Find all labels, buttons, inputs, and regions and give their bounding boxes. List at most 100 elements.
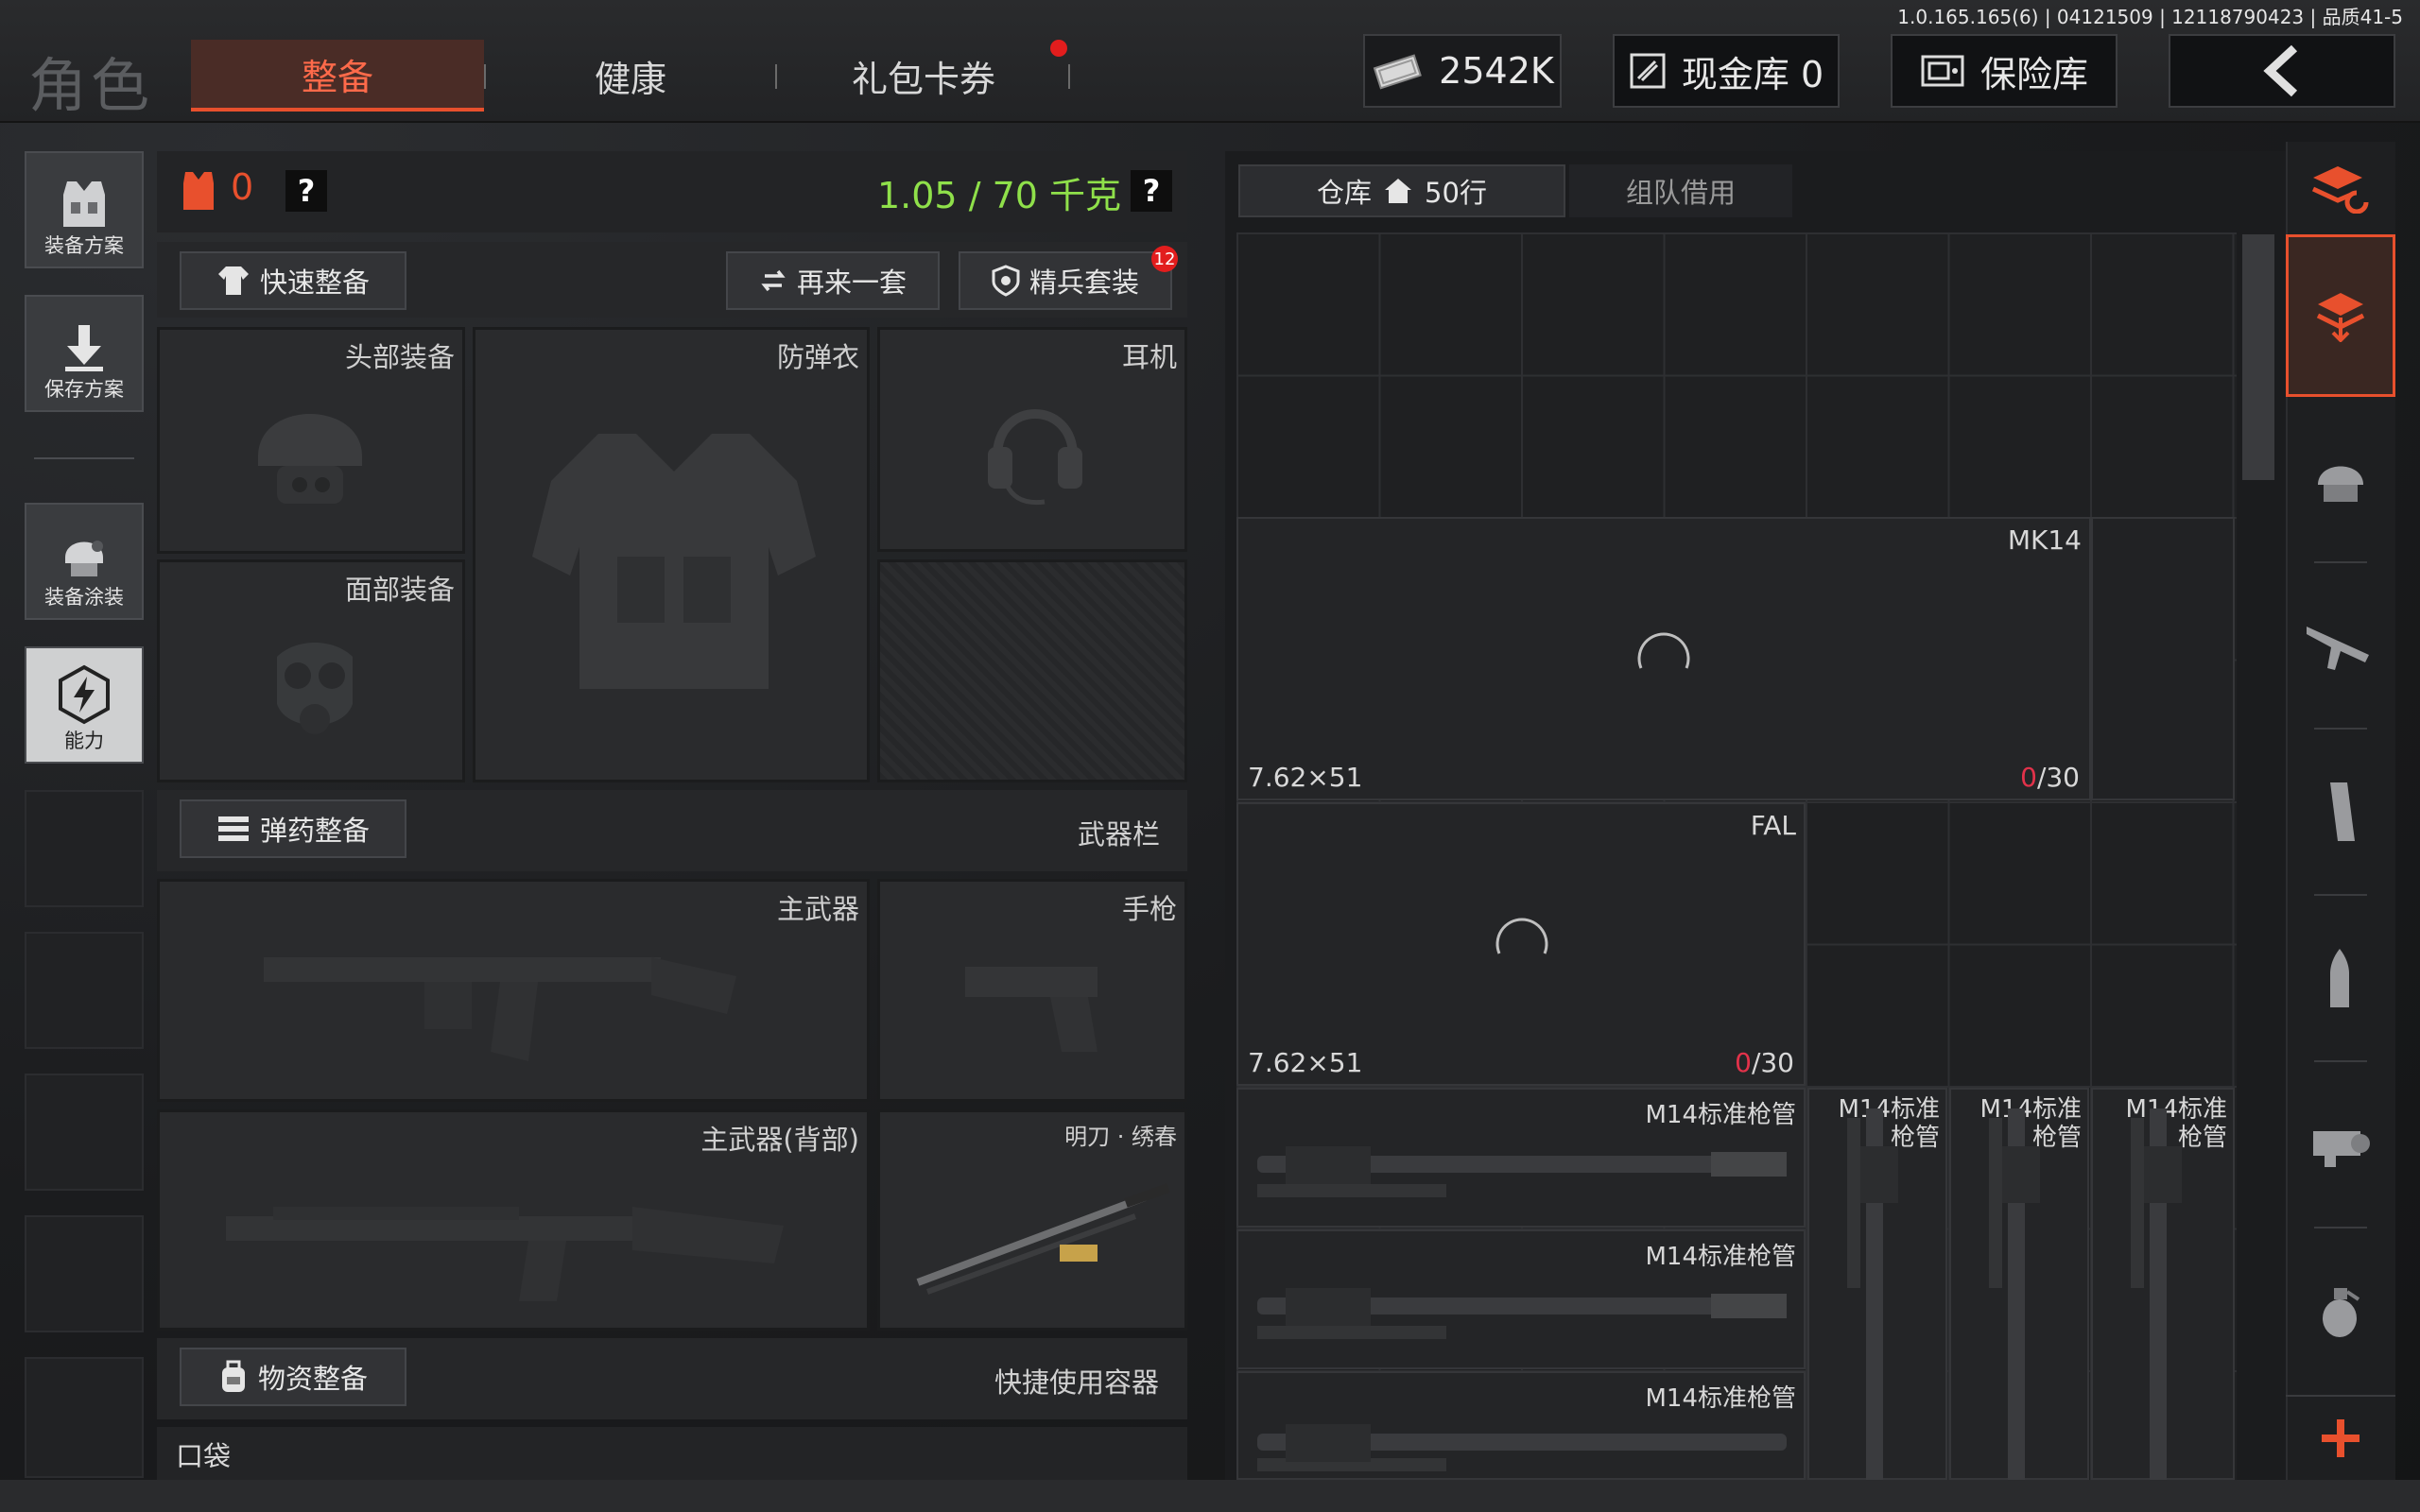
version-info: 1.0.165.165(6) | 04121509 | 12118790423 … bbox=[1897, 6, 2403, 28]
sort-refresh-button[interactable] bbox=[2286, 142, 2395, 232]
barrel-item[interactable]: M14标准枪管 bbox=[1236, 1088, 1806, 1228]
filter-attachment[interactable] bbox=[2286, 1062, 2395, 1227]
filter-armor[interactable] bbox=[2286, 397, 2395, 561]
pistol-icon bbox=[965, 967, 1098, 1052]
safe-vault-button[interactable]: 保险库 bbox=[1891, 34, 2118, 108]
sidebar-item-label: 装备涂装 bbox=[44, 586, 124, 609]
quick-equip-button[interactable]: 快速整备 bbox=[180, 251, 406, 310]
page-title: 角色 bbox=[28, 51, 154, 120]
item-name: M14标准枪管 bbox=[1645, 1243, 1796, 1271]
magazine-icon bbox=[2330, 782, 2355, 841]
weapon-item-fal[interactable]: FAL 7.62×51 0/30 bbox=[1236, 802, 1806, 1086]
slot-label: 面部装备 bbox=[344, 574, 455, 606]
filter-magazine[interactable] bbox=[2286, 730, 2395, 894]
sword-icon bbox=[916, 1183, 1170, 1295]
tab-health[interactable]: 健康 bbox=[484, 40, 777, 112]
body-armor-slot[interactable]: 防弹衣 bbox=[473, 327, 870, 782]
barrel-icon bbox=[1257, 1288, 1787, 1339]
sidebar-item-equipment-paint[interactable]: 装备涂装 bbox=[25, 503, 144, 620]
primary-weapon-slot[interactable]: 主武器 bbox=[157, 879, 870, 1102]
barrel-item-vertical[interactable]: M14标准枪管 bbox=[2091, 1088, 2235, 1482]
barrel-item[interactable]: M14标准枪管 bbox=[1236, 1229, 1806, 1369]
slot-label: 手枪 bbox=[1121, 893, 1177, 925]
vest-icon bbox=[63, 181, 105, 227]
ammo-icon bbox=[217, 816, 249, 841]
barrel-item-vertical[interactable]: M14标准枪管 bbox=[1949, 1088, 2089, 1482]
pocket-label: 口袋 bbox=[176, 1440, 232, 1472]
gas-mask-icon bbox=[277, 643, 353, 734]
quick-equip-label: 快速整备 bbox=[259, 266, 370, 299]
sidebar-empty-slot[interactable] bbox=[25, 932, 144, 1049]
ammo-current: 0 bbox=[1735, 1047, 1752, 1078]
lightning-icon bbox=[59, 664, 110, 725]
headset-icon bbox=[988, 409, 1082, 506]
warehouse-tab-label: 仓库 bbox=[1317, 177, 1373, 209]
head-gear-slot[interactable]: 头部装备 bbox=[157, 327, 465, 554]
sidebar-item-label: 能力 bbox=[64, 730, 104, 752]
barrel-item-vertical[interactable]: M14标准枪管 bbox=[1807, 1088, 1947, 1482]
filter-ammo[interactable] bbox=[2286, 896, 2395, 1060]
help-button[interactable]: ? bbox=[285, 170, 327, 212]
ammo-equip-label: 弹药整备 bbox=[259, 815, 370, 847]
quick-container-label: 快捷使用容器 bbox=[994, 1366, 1160, 1399]
cash-vault-button[interactable]: 现金库 0 bbox=[1613, 34, 1840, 108]
barrel-icon bbox=[1989, 1108, 2040, 1482]
weight-help-button[interactable]: ? bbox=[1131, 170, 1172, 212]
slot-label: 头部装备 bbox=[344, 341, 455, 373]
warehouse-scrollbar[interactable] bbox=[2242, 234, 2274, 480]
filter-rifle[interactable] bbox=[2286, 563, 2395, 728]
elite-set-badge: 12 bbox=[1151, 246, 1178, 272]
ammo-equip-button[interactable]: 弹药整备 bbox=[180, 799, 406, 858]
sidebar-item-label: 保存方案 bbox=[44, 378, 124, 401]
tab-equipment[interactable]: 整备 bbox=[191, 40, 484, 112]
pistol-slot[interactable]: 手枪 bbox=[877, 879, 1187, 1102]
elite-set-button[interactable]: 精兵套装 bbox=[959, 251, 1172, 310]
money-amount: 2542K bbox=[1439, 50, 1554, 92]
ammo-max: /30 bbox=[2036, 762, 2080, 793]
sidebar-empty-slot[interactable] bbox=[25, 1074, 144, 1191]
scope-icon bbox=[2313, 1131, 2370, 1167]
tab-gift-cards[interactable]: 礼包卡券 bbox=[777, 40, 1070, 112]
notification-dot bbox=[1050, 40, 1067, 57]
chevron-left-icon bbox=[2263, 44, 2298, 97]
barrel-icon bbox=[1257, 1146, 1787, 1197]
reequip-label: 再来一套 bbox=[796, 266, 907, 299]
face-gear-slot[interactable]: 面部装备 bbox=[157, 559, 465, 782]
shirt-icon bbox=[217, 266, 249, 295]
item-name: MK14 bbox=[2007, 524, 2082, 556]
tab-team-borrow[interactable]: 组队借用 bbox=[1569, 164, 1792, 217]
item-caliber: 7.62×51 bbox=[1248, 1047, 1363, 1078]
sidebar-divider bbox=[34, 457, 134, 459]
weapon-item-mk14[interactable]: MK14 7.62×51 0/30 bbox=[1236, 517, 2091, 800]
barrel-icon bbox=[2131, 1108, 2182, 1482]
empty-grid-cell bbox=[2091, 517, 2235, 800]
sidebar-empty-slot[interactable] bbox=[25, 1215, 144, 1332]
tab-warehouse[interactable]: 仓库 50行 bbox=[1238, 164, 1565, 217]
download-icon bbox=[65, 325, 103, 371]
barrel-item[interactable]: M14标准枪管 bbox=[1236, 1371, 1806, 1480]
sidebar-item-ability[interactable]: 能力 bbox=[25, 646, 144, 764]
back-button[interactable] bbox=[2169, 34, 2395, 108]
item-ammo-count: 0/30 bbox=[1735, 1047, 1794, 1078]
headset-slot[interactable]: 耳机 bbox=[877, 327, 1187, 552]
sidebar-item-save-plan[interactable]: 保存方案 bbox=[25, 295, 144, 412]
add-filter-button[interactable] bbox=[2286, 1395, 2395, 1480]
melee-slot[interactable]: 明刀 · 绣春 bbox=[877, 1109, 1187, 1331]
item-caliber: 7.62×51 bbox=[1248, 762, 1363, 793]
filter-grenade[interactable] bbox=[2286, 1228, 2395, 1393]
slot-label: 防弹衣 bbox=[776, 341, 859, 373]
armor-count-icon bbox=[183, 172, 214, 210]
helmet-icon bbox=[258, 414, 362, 504]
reequip-button[interactable]: 再来一套 bbox=[726, 251, 940, 310]
safe-vault-label: 保险库 bbox=[1979, 53, 2088, 95]
sidebar-empty-slot[interactable] bbox=[25, 1357, 144, 1478]
tab-divider bbox=[1068, 64, 1070, 89]
item-name: FAL bbox=[1750, 810, 1796, 841]
sidebar-empty-slot[interactable] bbox=[25, 790, 144, 907]
supply-equip-button[interactable]: 物资整备 bbox=[180, 1348, 406, 1406]
cash-vault-label: 现金库 0 bbox=[1681, 53, 1824, 95]
primary-weapon-back-slot[interactable]: 主武器(背部) bbox=[157, 1109, 870, 1331]
safe-icon bbox=[1921, 55, 1964, 87]
sidebar-item-loadout-plan[interactable]: 装备方案 bbox=[25, 151, 144, 268]
filter-all[interactable] bbox=[2286, 234, 2395, 397]
